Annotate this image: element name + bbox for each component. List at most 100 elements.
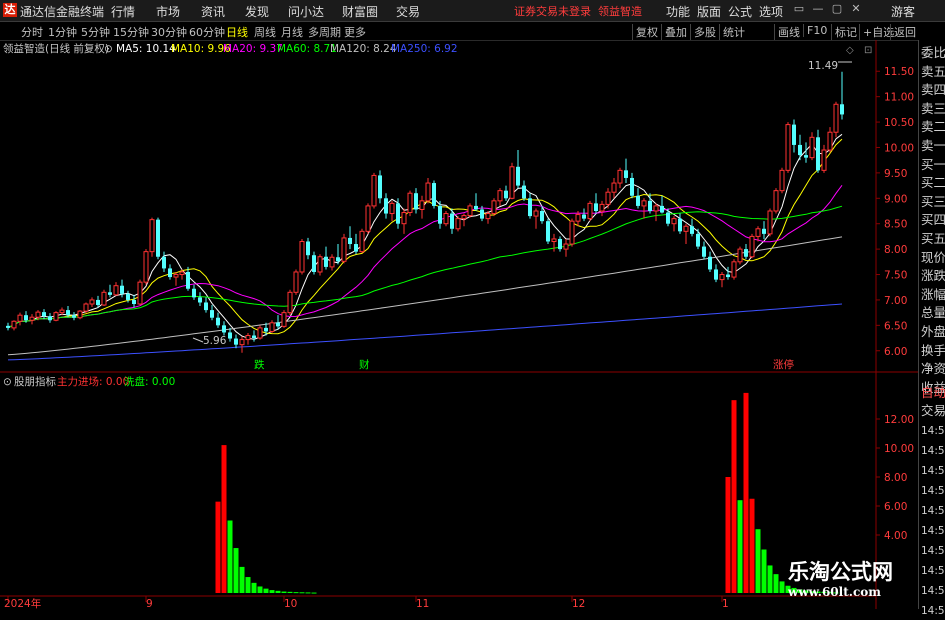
- expand-icon[interactable]: ⊡: [864, 45, 872, 56]
- candles: [6, 71, 844, 353]
- candle-body-down: [690, 226, 694, 234]
- indicator-tick-label: 12.00: [884, 414, 914, 426]
- menu-xuanxiang[interactable]: 选项: [759, 3, 783, 20]
- candle-body-down: [762, 228, 766, 234]
- candle-body-up: [731, 261, 737, 278]
- candle-body-down: [336, 257, 340, 262]
- candle-body-up: [773, 190, 779, 212]
- quote-field-label: 外盘: [921, 324, 945, 339]
- period-30min[interactable]: 30分钟: [151, 24, 187, 40]
- candle-body-down: [198, 297, 202, 303]
- menu-gongshi[interactable]: 公式: [728, 3, 752, 20]
- period-more[interactable]: 更多: [344, 24, 366, 40]
- candle-body-up: [569, 220, 575, 245]
- candle-body-up: [605, 191, 611, 205]
- minimize-icon[interactable]: —: [811, 2, 825, 16]
- trade-time: 14:56: [921, 465, 945, 477]
- period-15min[interactable]: 15分钟: [113, 24, 149, 40]
- candle-body-up: [419, 200, 425, 210]
- tool-diejia[interactable]: 叠加: [661, 24, 690, 40]
- tool-f10[interactable]: F10: [803, 24, 830, 37]
- candle-body-up: [755, 228, 761, 237]
- candle-body-up: [563, 243, 569, 250]
- menu-caifuquan[interactable]: 财富圈: [342, 3, 378, 20]
- time-tick-label: 11: [416, 598, 429, 609]
- period-fenshi[interactable]: 分时: [21, 24, 43, 40]
- menu-banmian[interactable]: 版面: [697, 3, 721, 20]
- candle-body-up: [371, 174, 377, 207]
- candle-body-down: [276, 322, 280, 327]
- candle-body-up: [83, 303, 89, 312]
- period-1min[interactable]: 1分钟: [48, 24, 77, 40]
- menu-faxian[interactable]: 发现: [245, 3, 269, 20]
- period-monthly[interactable]: 月线: [281, 24, 303, 40]
- candle-body-down: [384, 198, 388, 214]
- diamond-icon[interactable]: ◇: [846, 45, 854, 56]
- price-tick-label: 11.50: [884, 66, 914, 78]
- candle-body-down: [48, 316, 52, 321]
- candle-body-down: [540, 211, 544, 222]
- quote-field-label: 买一: [921, 156, 945, 172]
- period-toolbar: 分时 1分钟 5分钟 15分钟 30分钟 60分钟 日线 周线 月线 多周期 更…: [0, 22, 945, 41]
- tool-huaxian[interactable]: 画线: [774, 24, 803, 40]
- quote-field-label: 涨跌: [921, 268, 945, 284]
- menu-jiaoyi[interactable]: 交易: [396, 3, 420, 20]
- collapse-icon[interactable]: ⊙: [104, 43, 113, 55]
- menu-shichang[interactable]: 市场: [156, 3, 180, 20]
- candle-body-up: [281, 312, 287, 327]
- menu-wenxiaoda[interactable]: 问小达: [288, 3, 324, 20]
- tool-tongji[interactable]: 统计: [719, 24, 748, 40]
- trade-time: 14:56: [921, 485, 945, 497]
- candle-body-up: [737, 248, 743, 263]
- price-tick-label: 7.00: [884, 295, 907, 307]
- tool-biaoji[interactable]: 标记: [831, 24, 860, 40]
- period-5min[interactable]: 5分钟: [81, 24, 110, 40]
- candle-body-up: [533, 210, 539, 217]
- ma-legend: MA5: 10.14MA10: 9.96MA20: 9.37MA60: 8.71…: [116, 43, 458, 55]
- candle-body-up: [341, 237, 347, 262]
- tool-back[interactable]: 返回: [890, 24, 919, 40]
- candle-body-down: [42, 312, 46, 317]
- low-price-pointer: [192, 337, 204, 343]
- period-weekly[interactable]: 周线: [254, 24, 276, 40]
- candle-body-down: [354, 244, 358, 252]
- ma-legend-item: MA60: 8.71: [277, 43, 337, 55]
- candle-body-down: [624, 170, 628, 178]
- price-tick-label: 9.50: [884, 168, 907, 180]
- menu-zixun[interactable]: 资讯: [201, 3, 225, 20]
- trade-login-warning[interactable]: 证券交易未登录 领益智造: [514, 3, 642, 19]
- indicator-tick-label: 8.00: [884, 472, 907, 484]
- indicator-bar-red: [725, 477, 731, 593]
- close-icon[interactable]: ✕: [849, 2, 863, 16]
- period-daily[interactable]: 日线: [226, 24, 248, 40]
- indicator-xp-value: 洗盘: 0.00: [124, 375, 175, 388]
- tool-duogu[interactable]: 多股: [690, 24, 719, 40]
- maximize-icon[interactable]: ▢: [830, 2, 844, 16]
- candle-body-up: [329, 256, 335, 268]
- candle-body-down: [186, 271, 190, 289]
- chart-title: 领益智造(日线 前复权): [3, 42, 109, 55]
- menu-hangqing[interactable]: 行情: [111, 3, 135, 20]
- guest-user[interactable]: 游客: [891, 3, 915, 20]
- candle-body-down: [228, 332, 232, 339]
- indicator-bar-green: [761, 549, 767, 593]
- indicator-bar-green: [269, 590, 275, 593]
- menu-gongneng[interactable]: 功能: [666, 3, 690, 20]
- candle-body-up: [365, 205, 371, 232]
- candle-body-down: [678, 218, 682, 232]
- kline-chart[interactable]: 11.50 11.00 10.50 10.00 9.50 9.00 8.50 8.00 7.50…: [0, 40, 918, 609]
- period-multi[interactable]: 多周期: [308, 24, 341, 40]
- candle-body-up: [173, 274, 179, 278]
- restore-icon[interactable]: ▭: [792, 2, 806, 16]
- candle-body-up: [809, 136, 815, 159]
- candle-body-down: [840, 104, 844, 115]
- indicator-collapse-icon[interactable]: ⊙: [3, 376, 12, 388]
- period-60min[interactable]: 60分钟: [189, 24, 225, 40]
- quote-field-label: 买四: [921, 212, 945, 228]
- candle-body-down: [66, 310, 70, 316]
- tool-fuquan[interactable]: 复权: [632, 24, 661, 40]
- candle-body-down: [726, 274, 730, 278]
- candle-body-down: [582, 214, 586, 219]
- candle-body-down: [120, 285, 124, 294]
- candle-body-up: [29, 316, 35, 321]
